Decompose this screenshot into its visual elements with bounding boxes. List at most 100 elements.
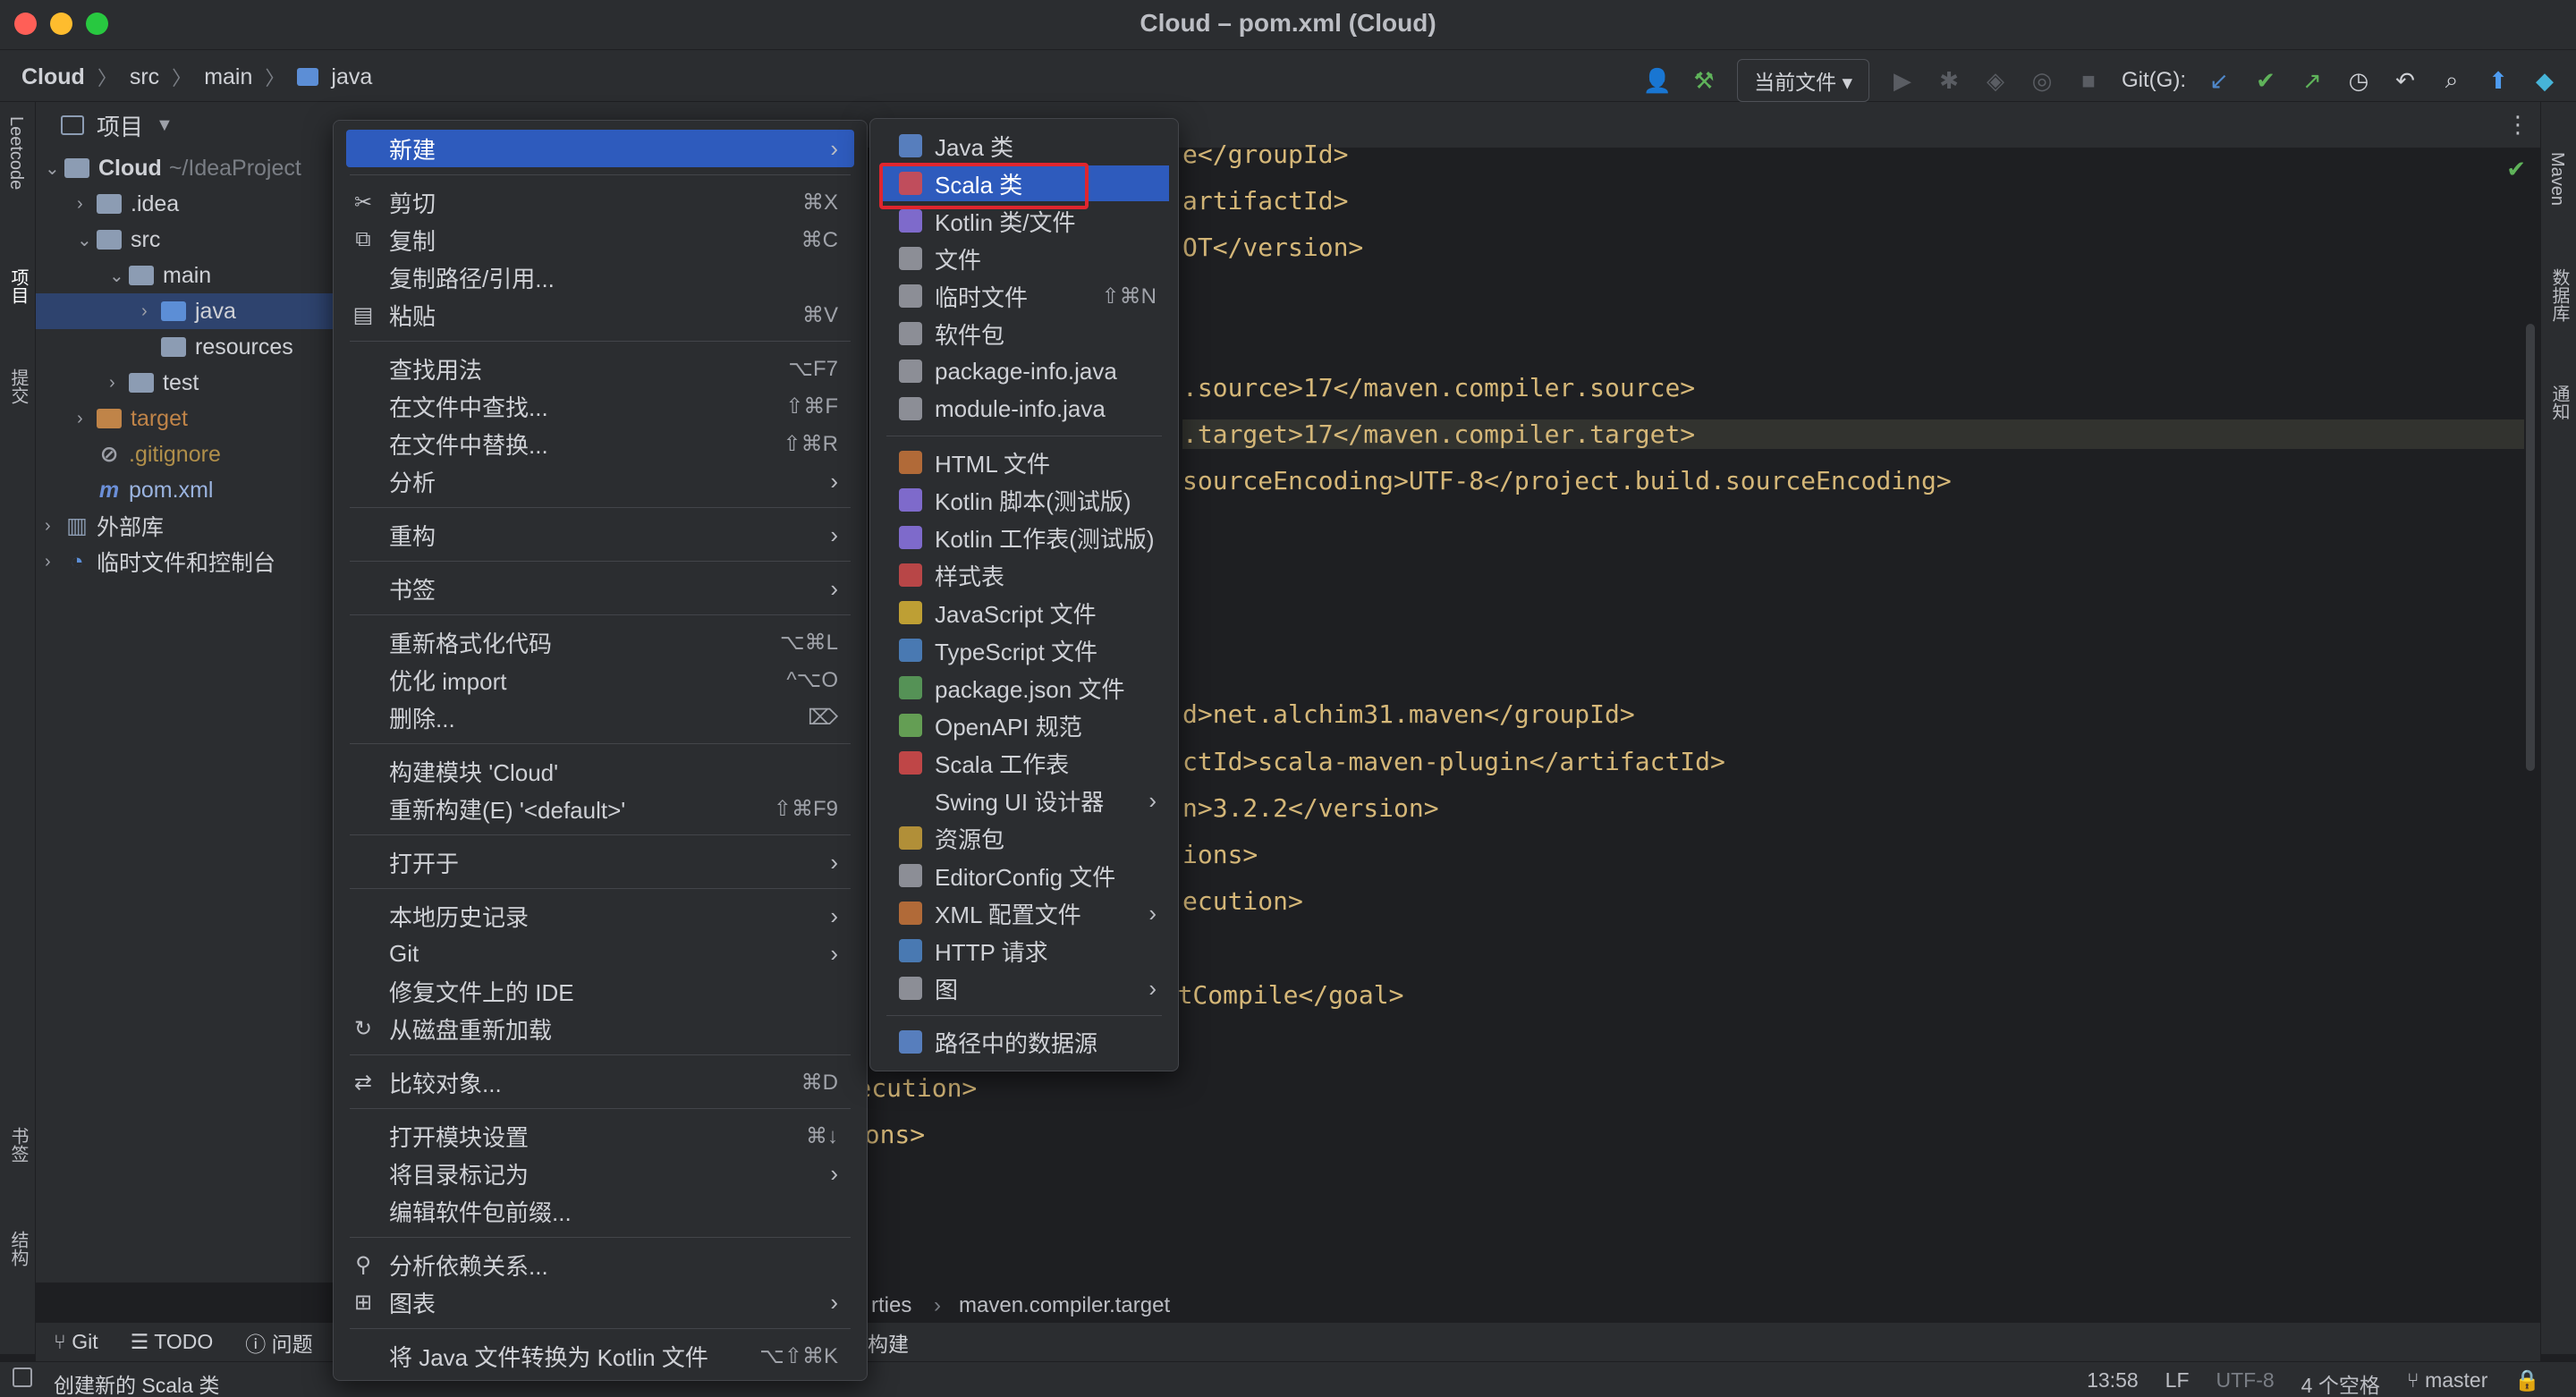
tree-item-java[interactable]: › java [36,293,340,329]
new-submenu-item[interactable]: OpenAPI 规范 [879,707,1169,743]
context-menu-item[interactable]: 编辑软件包前缀... [346,1192,854,1230]
new-submenu-item[interactable]: 临时文件 ⇧⌘N [879,278,1169,314]
tree-item-main[interactable]: ⌄ main [36,258,340,293]
chevron-down-icon[interactable]: ⌄ [109,265,129,287]
stop-icon[interactable]: ■ [2075,67,2102,94]
new-submenu-item[interactable]: HTML 文件 [879,444,1169,480]
notifications-tool-tab[interactable]: 通知 [2546,385,2572,420]
new-submenu-item[interactable]: 文件 [879,241,1169,276]
context-menu-item[interactable]: 重构 › [346,516,854,554]
git-history-icon[interactable]: ◷ [2345,67,2372,94]
commit-tool-tab[interactable]: 提交 [5,368,31,404]
run-config-dropdown[interactable]: 当前文件 ▾ [1737,59,1869,102]
maven-tool-tab[interactable]: Maven [2546,152,2567,206]
context-menu-item[interactable]: ⚲ 分析依赖关系... [346,1246,854,1283]
line-separator[interactable]: LF [2165,1368,2190,1397]
new-submenu-item[interactable]: Scala 工作表 [879,745,1169,781]
new-submenu-item[interactable]: HTTP 请求 [879,933,1169,969]
git-tool-button[interactable]: ⑂ Git [54,1330,98,1354]
chevron-right-icon[interactable]: › [45,552,64,572]
new-submenu-item[interactable]: Kotlin 类/文件 [879,203,1169,239]
context-menu-item[interactable]: 优化 import ^⌥O [346,661,854,698]
indent-setting[interactable]: 4 个空格 [2301,1368,2380,1397]
coverage-icon[interactable]: ◈ [1982,67,2009,94]
chevron-right-icon[interactable]: › [109,373,129,394]
tree-item-gitignore[interactable]: ⊘ .gitignore [36,436,340,472]
new-submenu-item[interactable]: 路径中的数据源 [879,1024,1169,1060]
context-menu-item[interactable]: 本地历史记录 › [346,897,854,935]
context-menu-item[interactable]: Git › [346,935,854,972]
tree-item-Cloud[interactable]: ⌄ Cloud ~/IdeaProject [36,150,340,186]
todo-tool-button[interactable]: ☰ TODO [131,1330,214,1354]
new-submenu-item[interactable]: 图 › [879,970,1169,1006]
new-submenu-item[interactable]: Scala 类 [879,165,1169,201]
context-menu-item[interactable]: 分析 › [346,462,854,500]
context-menu-item[interactable]: ⧉ 复制 ⌘C [346,221,854,258]
debug-icon[interactable]: ✱ [1936,67,1962,94]
context-menu-item[interactable]: 重新构建(E) '<default>' ⇧⌘F9 [346,790,854,827]
editor-breadcrumb-item[interactable]: rties [871,1293,911,1318]
new-submenu-item[interactable]: XML 配置文件 › [879,895,1169,931]
chevron-down-icon[interactable]: ⌄ [45,157,64,180]
context-menu-item[interactable]: ↻ 从磁盘重新加载 [346,1010,854,1047]
new-submenu-item[interactable]: Kotlin 脚本(测试版) [879,482,1169,518]
new-submenu-item[interactable]: Kotlin 工作表(测试版) [879,520,1169,555]
context-menu-item[interactable]: ✂ 剪切 ⌘X [346,183,854,221]
chevron-down-icon[interactable]: ▼ [156,115,174,136]
new-submenu-item[interactable]: package.json 文件 [879,670,1169,706]
tree-item-idea[interactable]: › .idea [36,186,340,222]
chevron-down-icon[interactable]: ⌄ [77,229,97,251]
context-menu-item[interactable]: 新建 › [346,130,854,167]
context-menu-item[interactable]: 在文件中查找... ⇧⌘F [346,387,854,425]
more-options-icon[interactable]: ⋮ [2506,111,2529,139]
build-tool-button[interactable]: 构建 [868,1327,909,1358]
database-tool-tab[interactable]: 数据库 [2546,268,2572,322]
breadcrumb-item-java[interactable]: java [331,64,372,90]
file-encoding[interactable]: UTF-8 [2216,1368,2275,1397]
new-submenu-item[interactable]: Swing UI 设计器 › [879,783,1169,818]
breadcrumb-item-project[interactable]: Cloud [21,64,85,90]
new-submenu-item[interactable]: 样式表 [879,557,1169,593]
new-submenu-item[interactable]: TypeScript 文件 [879,632,1169,668]
project-panel-title[interactable]: 项目 [97,109,143,142]
structure-tool-tab[interactable]: 结构 [5,1231,31,1266]
context-menu-item[interactable]: 复制路径/引用... [346,258,854,296]
new-submenu-item[interactable]: JavaScript 文件 [879,595,1169,631]
context-menu-item[interactable]: 书签 › [346,570,854,607]
user-icon[interactable]: 👤 [1643,67,1672,94]
lock-icon[interactable]: 🔒 [2514,1368,2540,1397]
git-push-icon[interactable]: ↗ [2299,67,2326,94]
profile-icon[interactable]: ◎ [2029,67,2055,94]
new-submenu-item[interactable]: EditorConfig 文件 [879,858,1169,893]
context-menu-item[interactable]: 重新格式化代码 ⌥⌘L [346,623,854,661]
context-menu-item[interactable]: ⇄ 比较对象... ⌘D [346,1063,854,1101]
context-menu-item[interactable]: 打开模块设置 ⌘↓ [346,1117,854,1155]
context-menu-item[interactable]: 在文件中替换... ⇧⌘R [346,425,854,462]
caret-position[interactable]: 13:58 [2087,1368,2139,1397]
editor-scrollbar[interactable] [2526,324,2535,771]
chevron-right-icon[interactable]: › [77,409,97,429]
project-tool-tab[interactable]: 项目 [5,268,31,304]
bookmarks-tool-tab[interactable]: 书签 [5,1127,31,1163]
ide-logo-icon[interactable]: ◆ [2531,67,2558,94]
new-submenu-item[interactable]: 资源包 [879,820,1169,856]
leetcode-tool-tab[interactable]: Leetcode [5,116,26,190]
new-submenu-item[interactable]: module-info.java [879,391,1169,427]
context-menu-item[interactable]: ⊞ 图表 › [346,1283,854,1321]
run-icon[interactable]: ▶ [1889,67,1916,94]
git-commit-icon[interactable]: ✔ [2252,67,2279,94]
new-submenu-item[interactable]: package-info.java [879,353,1169,389]
search-icon[interactable]: ⌕ [2438,66,2465,94]
tree-item-target[interactable]: › target [36,401,340,436]
context-menu-item[interactable]: 查找用法 ⌥F7 [346,350,854,387]
context-menu-item[interactable]: ▤ 粘贴 ⌘V [346,296,854,334]
tree-item-[interactable]: › ▥ 外部库 [36,508,340,544]
tree-item-resources[interactable]: resources [36,329,340,365]
context-menu-item[interactable]: 删除... ⌦ [346,698,854,736]
git-branch[interactable]: ⑂ master [2407,1368,2488,1397]
context-menu-item[interactable]: 构建模块 'Cloud' [346,752,854,790]
tree-item-test[interactable]: › test [36,365,340,401]
git-rollback-icon[interactable]: ↶ [2392,67,2419,94]
chevron-right-icon[interactable]: › [141,301,161,322]
chevron-right-icon[interactable]: › [45,516,64,537]
